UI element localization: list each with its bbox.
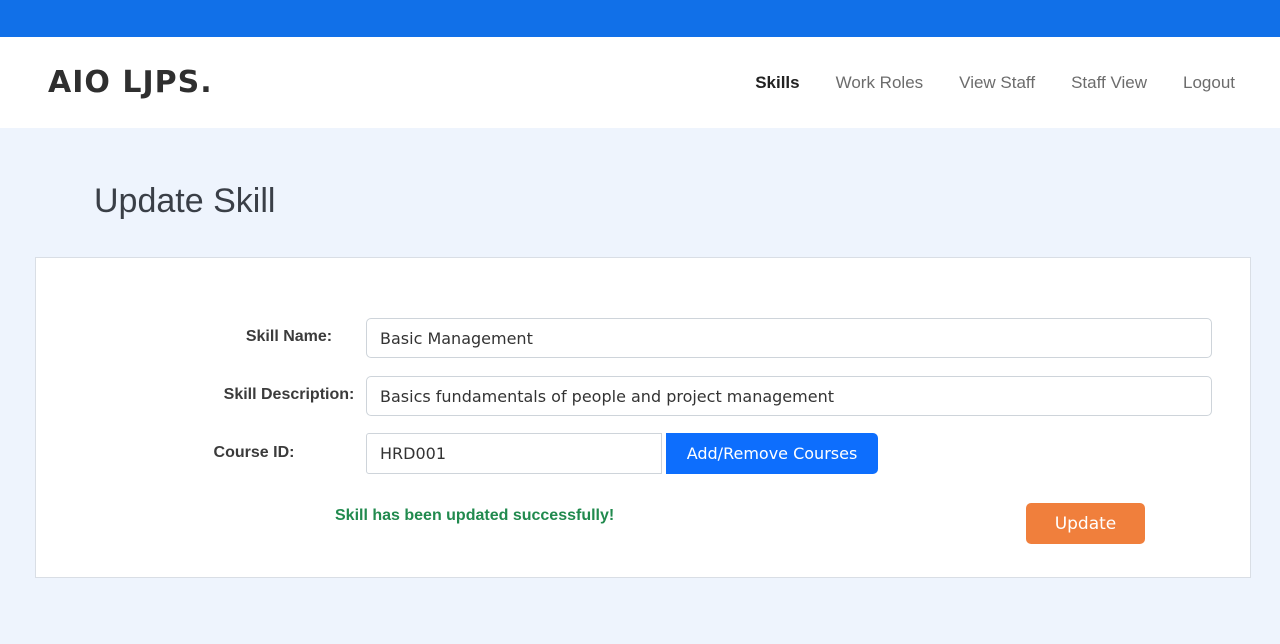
nav-link-work-roles[interactable]: Work Roles — [836, 73, 924, 93]
brand-logo[interactable]: AIO LJPS. — [48, 65, 213, 100]
nav-link-staff-view[interactable]: Staff View — [1071, 73, 1147, 93]
course-id-input[interactable] — [366, 433, 662, 474]
page-title: Update Skill — [94, 182, 276, 220]
nav-link-logout[interactable]: Logout — [1183, 73, 1235, 93]
update-skill-form: Skill Name: Skill Description: Course ID… — [35, 257, 1251, 578]
success-message: Skill has been updated successfully! — [335, 507, 615, 524]
update-button[interactable]: Update — [1026, 503, 1145, 544]
add-remove-courses-button[interactable]: Add/Remove Courses — [666, 433, 878, 474]
skill-description-label: Skill Description: — [223, 386, 355, 403]
nav-links: Skills Work Roles View Staff Staff View … — [755, 73, 1235, 93]
skill-name-label: Skill Name: — [245, 328, 333, 345]
nav-link-skills[interactable]: Skills — [755, 73, 799, 93]
nav-link-view-staff[interactable]: View Staff — [959, 73, 1035, 93]
skill-description-input[interactable] — [366, 376, 1212, 416]
skill-name-input[interactable] — [366, 318, 1212, 358]
course-id-label: Course ID: — [213, 444, 295, 461]
navbar: AIO LJPS. Skills Work Roles View Staff S… — [0, 37, 1280, 128]
top-accent-bar — [0, 0, 1280, 37]
